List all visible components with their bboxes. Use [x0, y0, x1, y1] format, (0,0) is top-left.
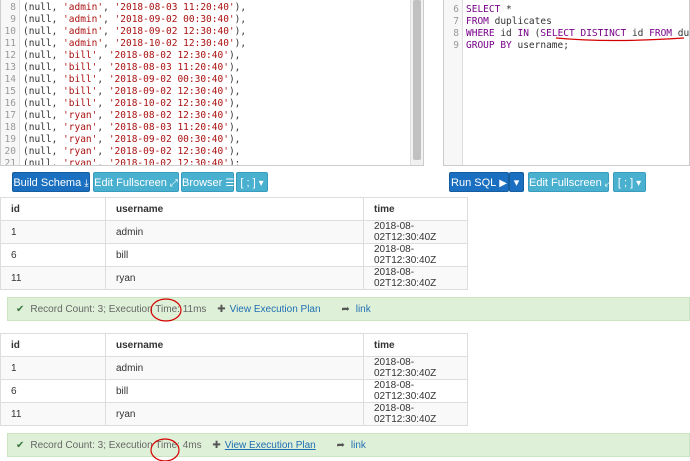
code-line: 10 (null, 'admin', '2018-09-02 12:30:40')…	[4, 26, 247, 37]
query-editor[interactable]: 6 SELECT * 7 FROM duplicates 8 WHERE id IN …	[443, 0, 690, 166]
status-bar: ✔ Record Count: 3; Execution Time: 11ms ✚…	[7, 297, 690, 321]
share-icon: ➦	[336, 440, 345, 451]
code-line: 21 (null, 'ryan', '2018-10-02 12:30:40');	[4, 158, 241, 166]
table-row: 6 bill 2018-08-02T12:30:40Z	[0, 243, 468, 267]
code-line: 16 (null, 'bill', '2018-10-02 12:30:40'),	[4, 98, 241, 109]
expand-icon: ⤢	[604, 178, 613, 189]
permalink[interactable]: link	[356, 304, 371, 315]
code-line: 14 (null, 'bill', '2018-09-02 00:30:40'),	[4, 74, 241, 85]
run-sql-button[interactable]: Run SQL ▶	[449, 172, 509, 192]
table-row: 6 bill 2018-08-02T12:30:40Z	[0, 379, 468, 403]
play-icon: ▶	[499, 178, 507, 189]
plus-icon: ✚	[217, 304, 226, 315]
column-header-id: id	[0, 197, 106, 221]
table-cell: 2018-08-02T12:30:40Z	[363, 379, 468, 403]
table-cell: 2018-08-02T12:30:40Z	[363, 402, 468, 426]
query-line: 9 GROUP BY username;	[453, 40, 569, 51]
code-line: 9 (null, 'admin', '2018-09-02 00:30:40'),	[10, 14, 247, 25]
column-header-id: id	[0, 333, 106, 357]
table-cell: ryan	[105, 402, 364, 426]
record-count-text: Record Count: 3; Execution Time:	[30, 440, 183, 451]
table-cell: 2018-08-02T12:30:40Z	[363, 266, 468, 290]
code-line: 12 (null, 'bill', '2018-08-02 12:30:40'),	[4, 50, 241, 61]
table-cell: 1	[0, 220, 106, 244]
delimiter-dropdown[interactable]: [ ; ] ▾	[236, 172, 268, 192]
table-cell: admin	[105, 220, 364, 244]
code-line: 18 (null, 'ryan', '2018-08-03 11:20:40'),	[4, 122, 241, 133]
code-line: 11 (null, 'admin', '2018-10-02 12:30:40')…	[4, 38, 247, 49]
share-icon: ➦	[341, 304, 350, 315]
table-cell: 11	[0, 402, 106, 426]
column-header-username: username	[105, 333, 364, 357]
browser-button[interactable]: Browser ☰	[181, 172, 234, 192]
query-line: 8 WHERE id IN (SELECT DISTINCT id FROM du…	[453, 28, 690, 39]
table-header: id username time	[0, 333, 468, 357]
download-icon: ⤓	[84, 178, 89, 189]
view-execution-plan-link[interactable]: View Execution Plan	[225, 440, 316, 451]
result-table: id username time 1 admin 2018-08-02T12:30:…	[0, 197, 468, 290]
caret-down-icon: ▾	[258, 178, 264, 189]
column-header-username: username	[105, 197, 364, 221]
schema-scrollbar[interactable]	[410, 0, 423, 165]
table-row: 1 admin 2018-08-02T12:30:40Z	[0, 356, 468, 380]
code-line: 15 (null, 'bill', '2018-09-02 12:30:40'),	[4, 86, 241, 97]
execution-time: 4ms	[182, 440, 202, 451]
build-schema-button[interactable]: Build Schema ⤓	[12, 172, 90, 192]
list-icon: ☰	[225, 178, 235, 189]
status-bar: ✔ Record Count: 3; Execution Time: 4ms ✚ V…	[7, 433, 690, 457]
run-sql-dropdown[interactable]: ▾	[509, 172, 524, 192]
edit-fullscreen-right-button[interactable]: Edit Fullscreen ⤢	[528, 172, 613, 192]
check-icon: ✔	[16, 304, 25, 315]
table-cell: 11	[0, 266, 106, 290]
column-header-time: time	[363, 333, 468, 357]
code-line: 13 (null, 'bill', '2018-08-03 11:20:40'),	[4, 62, 241, 73]
execution-time: 11ms	[182, 304, 207, 315]
record-count-text: Record Count: 3; Execution Time:	[30, 304, 183, 315]
column-header-time: time	[363, 197, 468, 221]
table-cell: 2018-08-02T12:30:40Z	[363, 356, 468, 380]
table-cell: admin	[105, 356, 364, 380]
table-cell: 2018-08-02T12:30:40Z	[363, 243, 468, 267]
delimiter-right-dropdown[interactable]: [ ; ] ▾	[613, 172, 646, 192]
expand-icon: ⤢	[169, 178, 178, 189]
code-line: 20 (null, 'ryan', '2018-09-02 12:30:40'),	[4, 146, 241, 157]
table-cell: 2018-08-02T12:30:40Z	[363, 220, 468, 244]
caret-down-icon: ▾	[513, 177, 520, 189]
code-line: 8 (null, 'admin', '2018-08-03 11:20:40'),	[10, 2, 247, 13]
query-line: 6 SELECT *	[453, 4, 512, 15]
view-execution-plan-link[interactable]: View Execution Plan	[230, 304, 321, 315]
table-row: 11 ryan 2018-08-02T12:30:40Z	[0, 402, 468, 426]
table-row: 11 ryan 2018-08-02T12:30:40Z	[0, 266, 468, 290]
table-cell: 1	[0, 356, 106, 380]
caret-down-icon: ▾	[636, 178, 642, 189]
schema-editor[interactable]: 8 (null, 'admin', '2018-08-03 11:20:40'),…	[0, 0, 424, 166]
schema-scroll-thumb[interactable]	[413, 0, 421, 160]
table-cell: bill	[105, 379, 364, 403]
permalink[interactable]: link	[351, 440, 366, 451]
table-row: 1 admin 2018-08-02T12:30:40Z	[0, 220, 468, 244]
table-header: id username time	[0, 197, 468, 221]
plus-icon: ✚	[212, 440, 221, 451]
code-line: 17 (null, 'ryan', '2018-08-02 12:30:40'),	[4, 110, 241, 121]
table-cell: 6	[0, 379, 106, 403]
check-icon: ✔	[16, 440, 25, 451]
code-line: 19 (null, 'ryan', '2018-09-02 00:30:40'),	[4, 134, 241, 145]
query-line: 7 FROM duplicates	[453, 16, 552, 27]
edit-fullscreen-button[interactable]: Edit Fullscreen ⤢	[93, 172, 179, 192]
table-cell: bill	[105, 243, 364, 267]
result-table: id username time 1 admin 2018-08-02T12:30:…	[0, 333, 468, 426]
table-cell: ryan	[105, 266, 364, 290]
table-cell: 6	[0, 243, 106, 267]
